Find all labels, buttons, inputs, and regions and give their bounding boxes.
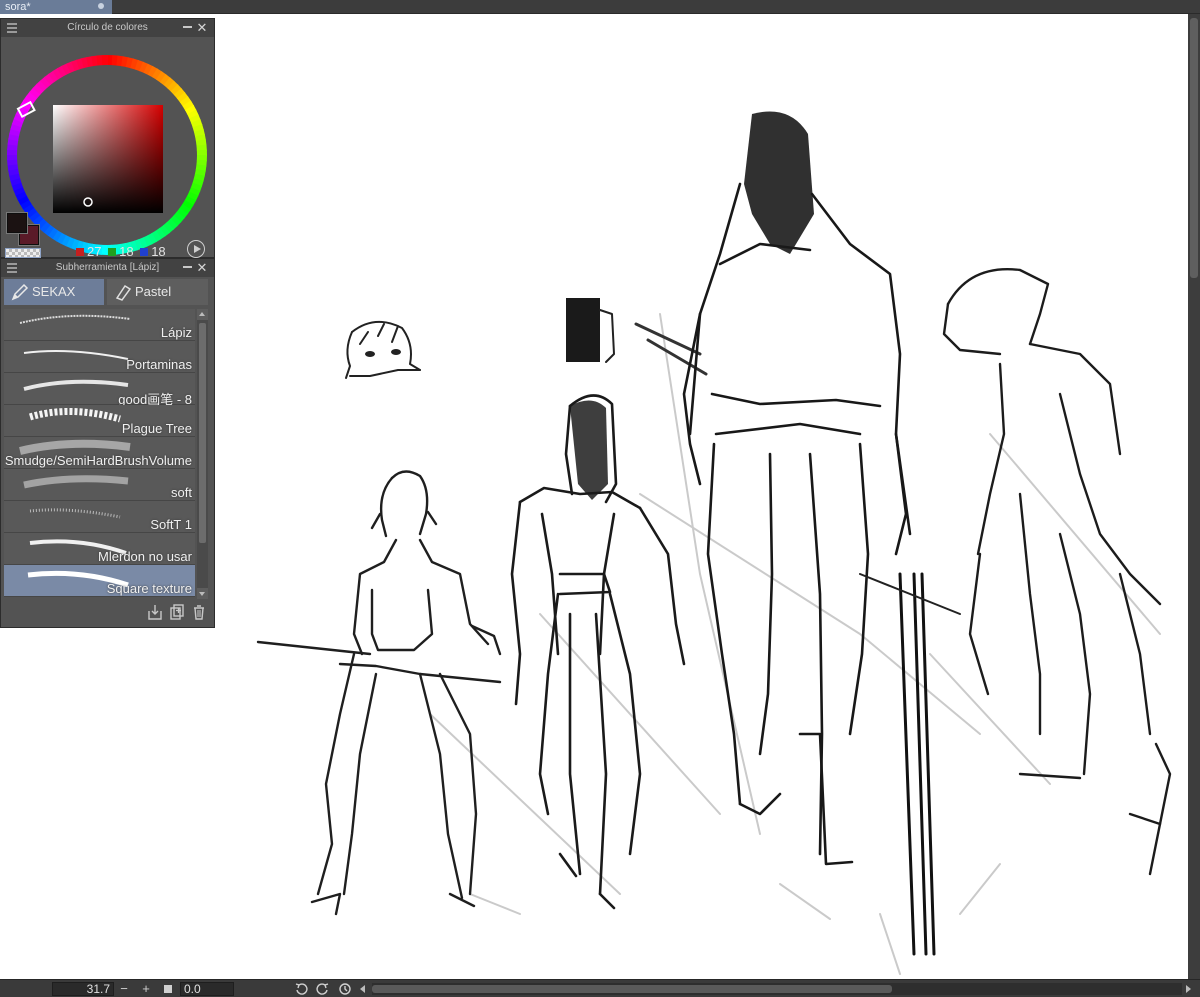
rgb-readout: 27 18 18 [73,243,166,260]
brush-label: soft [171,485,192,500]
brush-stroke-preview [23,350,129,360]
color-wheel-title-text: Círculo de colores [67,22,148,33]
document-tab-strip: sora* [0,0,1200,14]
color-mode-toggle-icon[interactable] [187,240,205,258]
brush-label: Mlerdon no usar [98,549,192,564]
transparent-color-swatch[interactable] [5,248,41,258]
red-value: 27 [87,244,102,260]
main-color-swatch[interactable] [7,213,27,233]
scroll-left-icon[interactable] [360,985,365,993]
reset-rotation-icon[interactable] [338,982,352,996]
brush-item-soft[interactable]: soft [4,469,195,501]
brush-stroke-preview [28,408,121,423]
blue-value: 18 [151,244,166,260]
status-bar: 31.7 − + 0.0 [0,979,1200,997]
brush-item-mlerdon[interactable]: Mlerdon no usar [4,533,195,565]
brush-label: Plague Tree [121,421,192,436]
zoom-field[interactable]: 31.7 [52,982,114,996]
subtool-panel-footer [1,601,214,627]
close-icon[interactable]: ✕ [195,259,209,277]
brush-item-good[interactable]: good画笔 - 8 [4,373,195,407]
zoom-out-button[interactable]: − [116,980,132,997]
pastel-icon [115,284,132,301]
app-window: sora* Círculo de colores ✕ 27 18 18 Subh… [0,0,1200,997]
brush-item-lapiz[interactable]: Lápiz [4,309,195,341]
document-tab[interactable]: sora* [0,0,112,14]
green-value: 18 [119,244,134,260]
import-subtool-icon[interactable] [147,603,163,621]
minimize-icon[interactable] [183,266,192,268]
brush-item-softt1[interactable]: SoftT 1 [4,501,195,533]
subtool-title-text: Subherramienta [Lápiz] [55,262,160,273]
brush-label: SoftT 1 [150,517,192,532]
zoom-in-button[interactable]: + [138,980,154,997]
green-swatch-icon [108,247,117,256]
color-wheel[interactable] [1,37,214,257]
brush-stroke-preview [19,314,131,324]
close-tab-icon[interactable] [98,3,104,9]
tab-pastel[interactable]: Pastel [107,279,208,305]
brush-stroke-preview [29,508,121,519]
document-tab-label: sora* [5,1,31,13]
rotate-right-icon[interactable] [316,982,330,996]
rotation-value: 0.0 [184,982,201,996]
brush-label: Square texture [106,581,192,596]
canvas-horizontal-scrollbar[interactable] [372,983,1182,995]
close-icon[interactable]: ✕ [195,19,209,37]
subtool-panel: Subherramienta [Lápiz] ✕ SEKAX Pastel Lá… [0,258,215,628]
tab-pastel-label: Pastel [135,284,172,299]
brush-list-scroll-thumb[interactable] [199,323,206,543]
hue-ring-segment[interactable] [101,55,109,66]
blue-swatch-icon [140,247,149,256]
pencil-icon [11,283,29,301]
brush-label: Portaminas [126,357,192,372]
tab-sekax-label: SEKAX [32,284,76,299]
brush-item-smudge[interactable]: Smudge/SemiHardBrushVolume [4,437,195,469]
scroll-down-icon[interactable] [197,588,208,599]
brush-list: Lápiz Portaminas good画笔 - 8 Plague Tree … [4,309,195,599]
horizontal-scroll-thumb[interactable] [372,985,892,993]
rotation-field[interactable]: 0.0 [180,982,234,996]
duplicate-subtool-icon[interactable] [169,603,185,621]
brush-item-square-texture[interactable]: Square texture [4,565,195,597]
brush-item-plague-tree[interactable]: Plague Tree [4,405,195,437]
brush-label: Lápiz [160,325,192,340]
scroll-right-icon[interactable] [1186,985,1191,993]
vertical-scroll-thumb[interactable] [1190,18,1198,278]
brush-item-portaminas[interactable]: Portaminas [4,341,195,373]
brush-label: Smudge/SemiHardBrushVolume [4,453,192,468]
color-wheel-panel-title[interactable]: Círculo de colores ✕ [1,19,214,37]
rotate-left-icon[interactable] [294,982,308,996]
fit-screen-icon[interactable] [164,985,172,993]
scroll-up-icon[interactable] [197,309,208,320]
canvas-vertical-scrollbar[interactable] [1188,14,1200,979]
brush-list-scrollbar[interactable] [197,309,208,599]
zoom-value: 31.7 [86,982,110,996]
panel-menu-icon[interactable] [7,263,17,273]
red-swatch-icon [76,247,84,256]
minimize-icon[interactable] [183,26,192,28]
subtool-panel-title[interactable]: Subherramienta [Lápiz] ✕ [1,259,214,277]
tab-sekax[interactable]: SEKAX [4,279,104,305]
panel-menu-icon[interactable] [7,23,17,33]
brush-stroke-preview [23,475,129,489]
trash-icon[interactable] [191,603,207,621]
color-wheel-panel: Círculo de colores ✕ 27 18 18 [0,18,215,260]
